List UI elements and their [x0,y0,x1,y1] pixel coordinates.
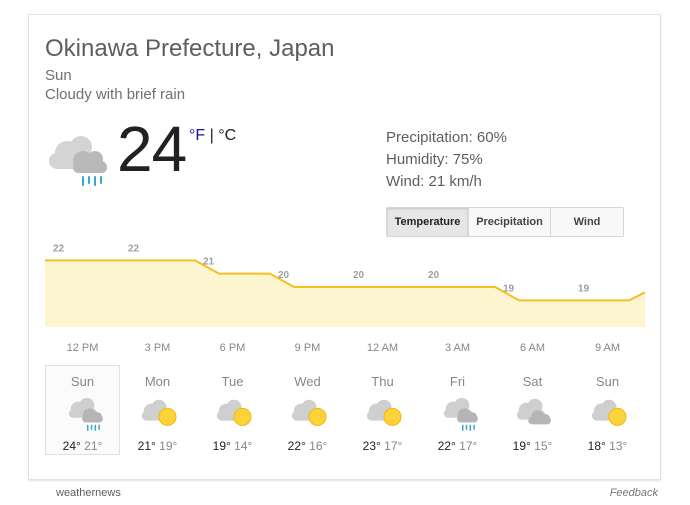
forecast-day-name: Sat [522,374,543,389]
forecast-days: Sun 24° 21° Mon 21° 19° Tue 19° 14° Wed 22° 16°… [45,365,645,455]
forecast-temps: 21° 19° [121,439,194,453]
forecast-high: 23° [362,439,381,453]
tab-temperature[interactable]: Temperature [387,208,469,236]
cloud-rain-icon [49,136,107,186]
location-title: Okinawa Prefecture, Japan [45,35,335,62]
forecast-temps: 18° 13° [571,439,644,453]
partly-sunny-icon [591,399,627,426]
forecast-temps: 19° 14° [196,439,269,453]
forecast-day-5[interactable]: Fri 22° 17° [420,365,495,455]
partly-sunny-icon [291,399,327,426]
forecast-temps: 24° 21° [46,439,119,453]
weather-card: Okinawa Prefecture, Japan Sun Cloudy wit… [28,14,661,480]
forecast-high: 19° [512,439,531,453]
forecast-day-name: Fri [449,374,466,389]
forecast-day-0[interactable]: Sun 24° 21° [45,365,120,455]
current-condition: Cloudy with brief rain [45,86,186,103]
time-tick-label: 3 AM [445,342,470,354]
feedback-link[interactable]: Feedback [610,487,658,499]
value-label: 20 [353,270,365,281]
forecast-day-6[interactable]: Sat 19° 15° [495,365,570,455]
forecast-day-name: Sun [70,374,95,389]
forecast-low: 17° [384,439,403,453]
forecast-day-name: Tue [221,374,244,389]
value-label: 22 [53,243,65,254]
forecast-day-3[interactable]: Wed 22° 16° [270,365,345,455]
forecast-high: 22° [287,439,306,453]
partly-sunny-icon [366,399,402,426]
source-label: weathernews [56,487,121,499]
value-label: 19 [503,283,515,294]
value-label: 20 [428,270,440,281]
unit-celsius-label: °C [218,127,237,144]
time-tick-label: 12 AM [367,342,398,354]
time-tick-label: 12 PM [67,342,99,354]
value-label: 22 [128,243,140,254]
cloud-rain-icon [443,397,478,431]
forecast-day-4[interactable]: Thu 23° 17° [345,365,420,455]
current-day: Sun [45,67,72,84]
wind-stat: Wind: 21 km/h [386,173,482,190]
forecast-temps: 23° 17° [346,439,419,453]
forecast-day-2[interactable]: Tue 19° 14° [195,365,270,455]
forecast-temps: 22° 16° [271,439,344,453]
time-tick-label: 3 PM [145,342,171,354]
unit-toggle: °F | °C [189,127,236,145]
weather-stats: Precipitation: 60% Humidity: 75% Wind: 2… [386,127,507,193]
forecast-day-name: Mon [144,374,171,389]
forecast-temps: 19° 15° [496,439,569,453]
partly-sunny-icon [141,399,177,426]
forecast-high: 18° [587,439,606,453]
forecast-low: 17° [459,439,478,453]
forecast-low: 15° [534,439,553,453]
precipitation-stat: Precipitation: 60% [386,129,507,146]
forecast-low: 19° [159,439,178,453]
forecast-high: 21° [137,439,156,453]
humidity-stat: Humidity: 75% [386,151,483,168]
time-tick-label: 9 PM [295,342,321,354]
forecast-day-7[interactable]: Sun 18° 13° [570,365,645,455]
chart-tabs: Temperature Precipitation Wind [386,207,624,237]
forecast-day-name: Thu [371,374,394,389]
cloud-rain-icon [68,397,103,431]
tab-precipitation[interactable]: Precipitation [469,208,551,236]
tab-wind[interactable]: Wind [551,208,623,236]
temperature-area [45,260,645,327]
forecast-low: 21° [84,439,103,453]
value-label: 21 [203,257,215,268]
temperature-line [45,259,646,302]
cloudy-icon [516,398,551,425]
partly-sunny-icon [216,399,252,426]
forecast-high: 22° [437,439,456,453]
current-temperature: 24 [117,113,187,185]
time-tick-label: 9 AM [595,342,620,354]
forecast-day-1[interactable]: Mon 21° 19° [120,365,195,455]
value-label: 20 [278,270,290,281]
forecast-low: 16° [309,439,328,453]
forecast-high: 24° [62,439,81,453]
forecast-day-name: Wed [294,374,321,389]
forecast-low: 14° [234,439,253,453]
time-tick-label: 6 PM [220,342,246,354]
time-tick-label: 6 AM [520,342,545,354]
unit-fahrenheit-link[interactable]: °F [189,127,205,144]
forecast-temps: 22° 17° [421,439,494,453]
unit-separator: | [209,127,214,144]
forecast-day-name: Sun [595,374,620,389]
value-label: 19 [578,283,590,294]
forecast-high: 19° [212,439,231,453]
forecast-low: 13° [609,439,628,453]
